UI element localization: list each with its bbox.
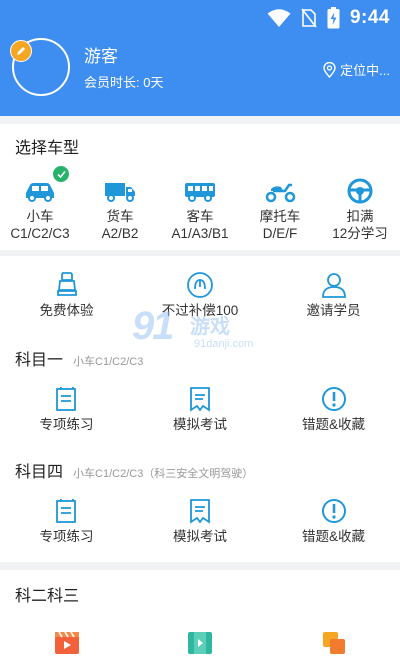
- location-text: 定位中...: [340, 63, 390, 78]
- edit-badge-icon[interactable]: [10, 40, 32, 62]
- action-label: 模拟考试: [173, 529, 227, 544]
- promo-label: 不过补偿100: [161, 303, 239, 318]
- vehicle-motorcycle[interactable]: 摩托车 D/E/F: [240, 174, 320, 242]
- vehicle-codes: C1/C2/C3: [10, 226, 70, 241]
- subject1-card: 科目一 小车C1/C2/C3 专项练习 模拟考试 错题&收藏: [0, 340, 400, 450]
- vehicle-label: 扣满: [346, 209, 374, 224]
- subject1-mistakes-button[interactable]: 错题&收藏: [267, 382, 400, 433]
- subject23-film-button[interactable]: [133, 626, 267, 660]
- no-sim-icon: [301, 8, 317, 28]
- promo-label: 免费体验: [39, 303, 94, 318]
- subject1-subtitle: 小车C1/C2/C3: [73, 356, 144, 368]
- shield-guarantee-icon: [186, 268, 214, 302]
- invite-student-button[interactable]: 邀请学员: [267, 268, 400, 319]
- vehicle-points-study[interactable]: 扣满 12分学习: [320, 174, 400, 242]
- car-icon: [23, 166, 69, 208]
- subject4-row: 专项练习 模拟考试 错题&收藏: [0, 494, 400, 545]
- exam-paper-icon: [189, 494, 211, 528]
- vehicle-row: 小车 C1/C2/C3 货车 A2/B2 客车 A1/A3/B1 摩托车 D/E…: [0, 166, 400, 242]
- vehicle-codes: A1/A3/B1: [171, 226, 229, 241]
- subject23-card: 科二科三: [0, 570, 400, 660]
- promo-card: 免费体验 不过补偿100 邀请学员: [0, 256, 400, 340]
- vehicle-car[interactable]: 小车 C1/C2/C3: [0, 166, 80, 242]
- seat-icon: [55, 268, 79, 302]
- subject23-cards-button[interactable]: [267, 626, 400, 660]
- subject4-practice-button[interactable]: 专项练习: [0, 494, 133, 545]
- member-duration: 会员时长: 0天: [84, 75, 164, 90]
- vehicle-label: 货车: [106, 209, 134, 224]
- action-label: 模拟考试: [173, 417, 227, 432]
- vehicle-bus[interactable]: 客车 A1/A3/B1: [160, 174, 240, 242]
- promo-row: 免费体验 不过补偿100 邀请学员: [0, 268, 400, 319]
- location-pin-icon: [323, 61, 336, 78]
- steering-wheel-icon: [347, 174, 373, 208]
- practice-icon: [55, 382, 79, 416]
- subject4-subtitle: 小车C1/C2/C3（科三安全文明驾驶）: [73, 468, 254, 480]
- truck-icon: [103, 174, 137, 208]
- battery-charging-icon: [327, 7, 340, 29]
- subject23-row: [0, 626, 400, 660]
- subject1-practice-button[interactable]: 专项练习: [0, 382, 133, 433]
- vehicle-type-card: 选择车型 小车 C1/C2/C3 货车 A2/B2 客车 A1/A3/B1 摩托…: [0, 124, 400, 250]
- location-button[interactable]: 定位中...: [323, 60, 390, 79]
- wifi-icon: [267, 9, 291, 27]
- status-bar: 9:44: [267, 6, 390, 30]
- pass-guarantee-button[interactable]: 不过补偿100: [133, 268, 267, 319]
- vehicle-section-title: 选择车型: [15, 140, 80, 157]
- subject1-mock-exam-button[interactable]: 模拟考试: [133, 382, 267, 433]
- vehicle-label: 摩托车: [259, 209, 301, 224]
- vehicle-truck[interactable]: 货车 A2/B2: [80, 174, 160, 242]
- motorcycle-icon: [263, 174, 297, 208]
- subject1-row: 专项练习 模拟考试 错题&收藏: [0, 382, 400, 433]
- promo-label: 邀请学员: [306, 303, 361, 318]
- subject4-title-text: 科目四: [15, 464, 64, 481]
- subject4-title: 科目四 小车C1/C2/C3（科三安全文明驾驶）: [15, 458, 253, 482]
- subject23-video-button[interactable]: [0, 626, 133, 660]
- subject1-title: 科目一 小车C1/C2/C3: [15, 346, 143, 370]
- vehicle-label: 客车: [186, 209, 214, 224]
- action-label: 错题&收藏: [301, 529, 365, 544]
- action-label: 错题&收藏: [301, 417, 365, 432]
- user-name[interactable]: 游客: [84, 42, 118, 67]
- free-trial-button[interactable]: 免费体验: [0, 268, 133, 319]
- status-time: 9:44: [349, 7, 390, 28]
- practice-icon: [55, 494, 79, 528]
- subject1-title-text: 科目一: [15, 352, 64, 369]
- film-strip-icon: [187, 626, 213, 660]
- vehicle-codes: D/E/F: [262, 226, 298, 241]
- subject4-card: 科目四 小车C1/C2/C3（科三安全文明驾驶） 专项练习 模拟考试 错题&收藏: [0, 450, 400, 562]
- selected-check-icon: [53, 166, 69, 182]
- vehicle-codes: 12分学习: [332, 226, 388, 241]
- subject23-title: 科二科三: [15, 588, 80, 605]
- exclamation-circle-icon: [321, 382, 347, 416]
- exclamation-circle-icon: [321, 494, 347, 528]
- subject4-mistakes-button[interactable]: 错题&收藏: [267, 494, 400, 545]
- vehicle-label: 小车: [26, 209, 54, 224]
- exam-paper-icon: [189, 382, 211, 416]
- action-label: 专项练习: [39, 417, 94, 432]
- bus-icon: [183, 174, 217, 208]
- user-icon: [321, 268, 347, 302]
- vehicle-codes: A2/B2: [101, 226, 139, 241]
- video-clapper-icon: [54, 626, 80, 660]
- stacked-cards-icon: [321, 626, 347, 660]
- subject4-mock-exam-button[interactable]: 模拟考试: [133, 494, 267, 545]
- action-label: 专项练习: [39, 529, 94, 544]
- profile-header: 9:44 游客 会员时长: 0天 定位中...: [0, 0, 400, 116]
